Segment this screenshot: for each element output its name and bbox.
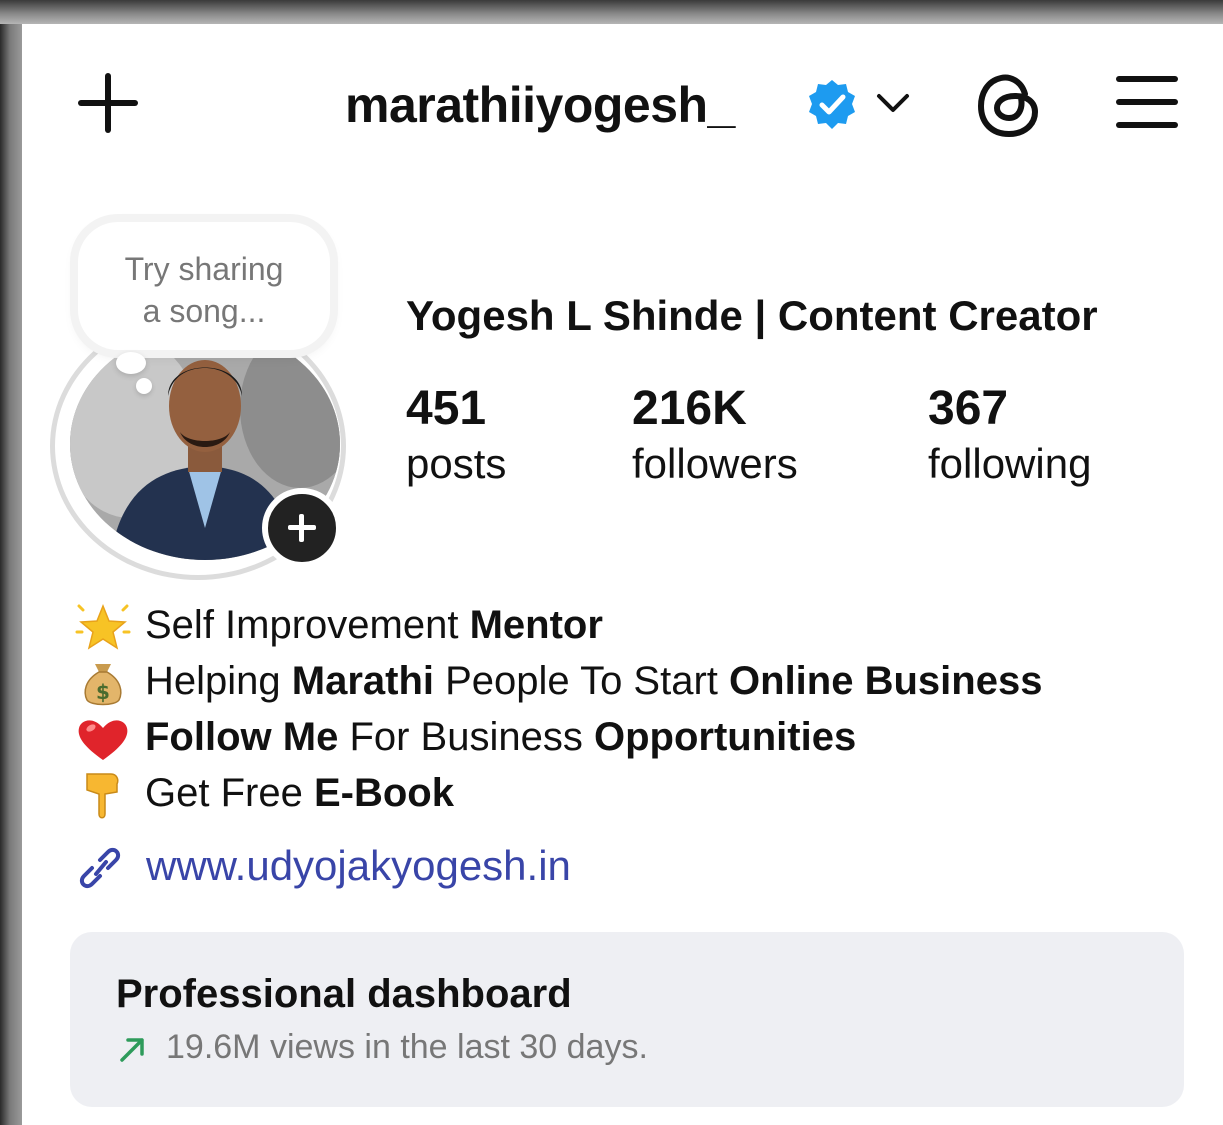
stat-posts-label: posts [406, 440, 507, 487]
profile-username[interactable]: marathiiyogesh_ [345, 70, 735, 140]
money-bag-icon: $ [84, 664, 122, 706]
stat-posts-value: 451 [406, 382, 487, 435]
stat-followers[interactable]: 216K followers [632, 380, 798, 490]
stat-followers-label: followers [632, 440, 798, 487]
bio-line-3-text1: For Business [338, 715, 594, 759]
bio-line-1: Self Improvement Mentor [75, 598, 603, 652]
verified-badge-icon [809, 80, 855, 129]
stat-followers-value: 216K [632, 382, 747, 435]
stat-posts[interactable]: 451 posts [406, 380, 506, 490]
song-note-bubble[interactable]: Try sharing a song... [78, 222, 330, 350]
stat-following[interactable]: 367 following [928, 380, 1091, 490]
bubble-tail-dot [116, 352, 146, 374]
bio-line-4: Get Free E-Book [75, 766, 454, 820]
bio-line-3: Follow Me For Business Opportunities [75, 710, 856, 764]
link-icon [79, 847, 121, 889]
bio-line-2-text1: Helping [145, 659, 292, 703]
create-post-button[interactable] [75, 70, 141, 136]
red-heart-icon [78, 720, 128, 761]
trend-up-arrow-icon [120, 1038, 144, 1062]
bubble-tail-dot-small [136, 378, 152, 394]
bio-line-3-bold2: Opportunities [593, 715, 857, 759]
professional-dashboard-card[interactable]: Professional dashboard 19.6M views in th… [70, 932, 1184, 1107]
add-story-button[interactable] [262, 488, 342, 568]
bio-line-2-bold1: Marathi [291, 659, 435, 703]
website-url: www.udyojakyogesh.in [146, 842, 571, 889]
dashboard-subtitle: 19.6M views in the last 30 days. [166, 1028, 648, 1066]
glowing-star-icon [75, 604, 131, 651]
threads-icon[interactable] [975, 68, 1043, 140]
bio-line-2: $ Helping Marathi People To Start Online… [75, 654, 1042, 708]
song-prompt-line1: Try sharing [124, 251, 284, 287]
bio-line-1-text: Self Improvement [145, 603, 470, 647]
song-prompt-line2: a song... [142, 293, 266, 329]
bio-line-4-text1: Get Free [145, 771, 314, 815]
bio-line-2-text2: People To Start [434, 659, 730, 703]
chevron-down-icon[interactable] [873, 86, 913, 120]
bio-line-4-bold1: E-Book [313, 771, 454, 815]
dashboard-title: Professional dashboard [116, 972, 572, 1016]
svg-text:$: $ [96, 680, 110, 704]
stat-following-label: following [928, 440, 1092, 487]
menu-icon[interactable] [1113, 74, 1181, 130]
screen-edge-shadow [0, 0, 1223, 24]
bio-line-3-bold1: Follow Me [145, 715, 339, 759]
display-name: Yogesh L Shinde | Content Creator [406, 292, 1098, 339]
pointing-down-icon [86, 773, 119, 819]
bio-line-2-bold2: Online Business [729, 659, 1043, 703]
bio-line-1-bold: Mentor [469, 603, 603, 647]
stat-following-value: 367 [928, 382, 1009, 435]
